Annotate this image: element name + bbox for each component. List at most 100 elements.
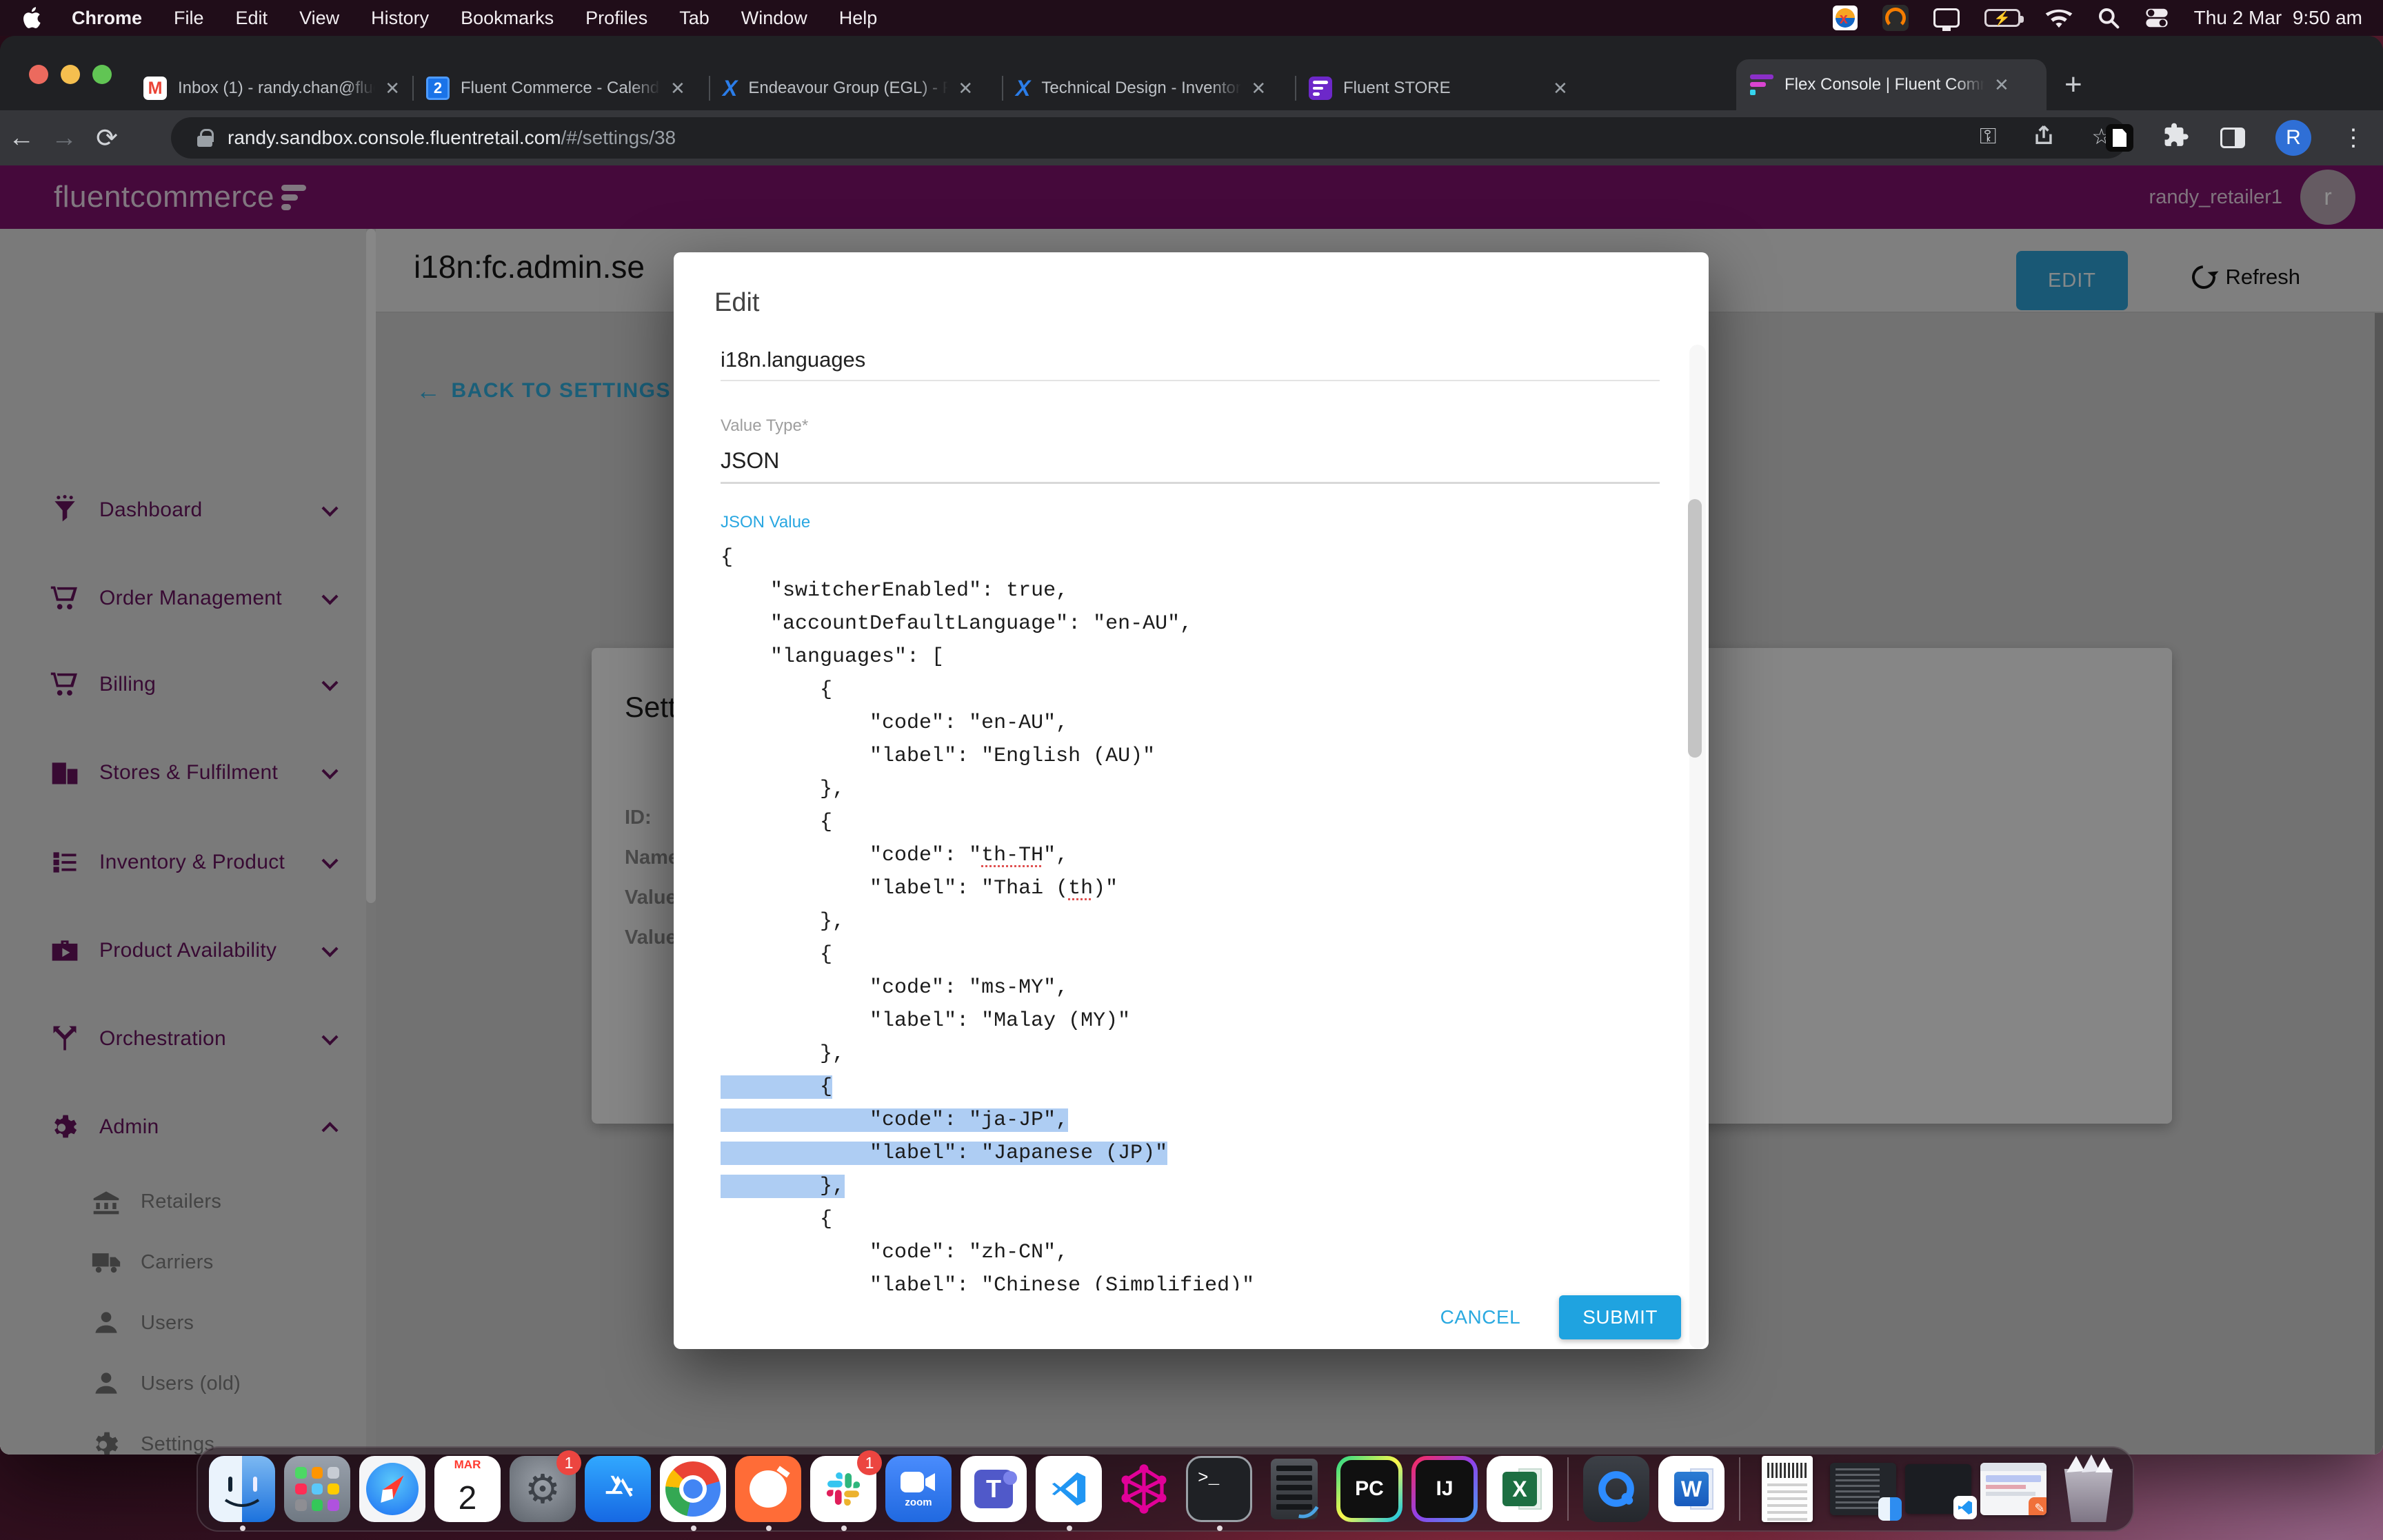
dock-icon-postman[interactable] <box>735 1456 801 1531</box>
tab-3[interactable]: X Technical Design - Inventory Fe ✕ <box>1002 66 1295 110</box>
tab-0[interactable]: M Inbox (1) - randy.chan@fluentc ✕ <box>130 66 412 110</box>
tab-title: Technical Design - Inventory Fe <box>1041 79 1241 97</box>
modal-scrollbar-track[interactable] <box>1688 345 1706 1348</box>
cancel-button[interactable]: CANCEL <box>1440 1306 1521 1328</box>
new-tab-button[interactable]: + <box>2064 68 2082 102</box>
menu-chrome[interactable]: Chrome <box>72 8 142 29</box>
spotlight-search-icon[interactable] <box>2098 7 2120 29</box>
modal-title: Edit <box>714 288 760 317</box>
menu-window[interactable]: Window <box>741 8 807 29</box>
wifi-icon[interactable] <box>2045 8 2073 28</box>
vpn-status-icon[interactable] <box>1882 5 1909 31</box>
tab-close-icon[interactable]: ✕ <box>958 78 973 99</box>
json-line: { <box>721 1071 1672 1104</box>
dock-icon-calendar[interactable]: MAR 2 <box>434 1456 501 1522</box>
json-line: { <box>820 678 833 702</box>
zoom-window-button[interactable] <box>92 65 112 84</box>
tab-title: Fluent Commerce - Calendar - <box>461 79 661 97</box>
forward-button[interactable]: → <box>43 123 86 153</box>
setting-name-input[interactable]: i18n.languages <box>721 347 865 372</box>
dock-icon-minimized-document[interactable] <box>1755 1456 1821 1522</box>
tab-favicon: X <box>723 75 738 101</box>
chrome-window: M Inbox (1) - randy.chan@fluentc ✕ 2 Fluent … <box>0 36 2383 1455</box>
dock-icon-trash[interactable] <box>2055 1455 2122 1522</box>
menu-edit[interactable]: Edit <box>236 8 268 29</box>
dock-icon-vscode[interactable] <box>1036 1456 1102 1531</box>
dock-icon-chrome[interactable] <box>660 1456 726 1531</box>
side-panel-icon[interactable] <box>2220 128 2245 148</box>
json-value-editor[interactable]: { "switcherEnabled": true, "accountDefau… <box>721 541 1672 1290</box>
menu-help[interactable]: Help <box>839 8 878 29</box>
json-line: "code": "zh-CN", <box>869 1241 1069 1264</box>
url-text[interactable]: randy.sandbox.console.fluentretail.com/#… <box>228 127 676 149</box>
extensions-puzzle-icon[interactable] <box>2164 122 2190 154</box>
dock-icon-zoom[interactable]: zoom <box>885 1456 952 1522</box>
status-app-icon[interactable]: x <box>1832 6 1858 30</box>
chrome-menu-icon[interactable]: ⋮ <box>2342 124 2365 152</box>
tab-close-icon[interactable]: ✕ <box>385 78 400 99</box>
dock-icon-app-store[interactable] <box>585 1456 651 1522</box>
json-line: "label": "Malay (MY)" <box>869 1009 1131 1033</box>
dock-icon-minimized-window[interactable] <box>1905 1456 1977 1522</box>
menu-bar-clock[interactable]: Thu 2 Mar 9:50 am <box>2194 7 2362 29</box>
docs-extension-icon[interactable] <box>2106 124 2133 152</box>
minimize-window-button[interactable] <box>61 65 80 84</box>
dock-icon-terminal[interactable]: >_ <box>1186 1456 1252 1531</box>
dock-icon-teams[interactable]: T <box>961 1456 1027 1522</box>
menu-history[interactable]: History <box>371 8 429 29</box>
close-window-button[interactable] <box>29 65 48 84</box>
menu-view[interactable]: View <box>299 8 339 29</box>
tab-active[interactable]: Flex Console | Fluent Commerc ✕ <box>1736 59 2047 110</box>
control-center-icon[interactable] <box>2144 8 2169 28</box>
battery-icon[interactable]: ⚡ <box>1984 9 2024 27</box>
tab-close-icon[interactable]: ✕ <box>1553 78 1568 99</box>
chrome-profile-avatar[interactable]: R <box>2275 120 2311 156</box>
dock-icon-launchpad[interactable] <box>284 1456 350 1522</box>
dock-icon-slack[interactable]: 1 <box>810 1450 882 1531</box>
menu-profiles[interactable]: Profiles <box>585 8 647 29</box>
menu-bookmarks[interactable]: Bookmarks <box>461 8 554 29</box>
dock-divider <box>1567 1457 1569 1521</box>
tab-title: Endeavour Group (EGL) - Fluen <box>748 79 949 97</box>
name-field-underline <box>721 380 1660 381</box>
tab-4[interactable]: Fluent STORE ✕ <box>1295 66 1736 110</box>
dock-icon-intellij[interactable]: IJ <box>1411 1456 1478 1522</box>
apple-logo-icon[interactable] <box>21 4 44 32</box>
dock-icon-minimized-browser[interactable]: ✎ <box>1980 1456 2047 1522</box>
tab-close-icon[interactable]: ✕ <box>1251 78 1266 99</box>
misspelled-token: th-TH <box>981 844 1044 867</box>
reload-button[interactable]: ⟳ <box>86 123 128 154</box>
dock-icon-server-rack[interactable] <box>1261 1456 1327 1522</box>
lock-icon[interactable] <box>197 129 214 147</box>
modal-scrollbar-thumb[interactable] <box>1688 499 1702 758</box>
back-button[interactable]: ← <box>0 123 43 153</box>
value-type-select[interactable]: JSON <box>721 448 779 474</box>
tab-1[interactable]: 2 Fluent Commerce - Calendar - ✕ <box>412 66 709 110</box>
json-line: "code": "ja-JP", <box>721 1104 1672 1137</box>
dock-icon-quicktime[interactable] <box>1583 1456 1649 1522</box>
macos-dock: MAR 2 ⚙ 1 1 zoom T >_ PC IJ X W ✎ <box>197 1446 2134 1532</box>
tab-close-icon[interactable]: ✕ <box>1994 74 2009 96</box>
tab-title: Flex Console | Fluent Commerc <box>1784 75 1984 94</box>
dock-icon-graphql[interactable] <box>1111 1456 1177 1522</box>
json-line: { <box>820 1208 833 1231</box>
menu-file[interactable]: File <box>174 8 204 29</box>
dock-icon-safari[interactable] <box>359 1456 425 1522</box>
dock-icon-word[interactable]: W <box>1658 1456 1725 1522</box>
dock-icon-system-settings[interactable]: ⚙ 1 <box>510 1450 581 1522</box>
json-line: "code": "en-AU", <box>869 711 1069 735</box>
dock-icon-finder[interactable] <box>209 1456 275 1531</box>
tab-close-icon[interactable]: ✕ <box>670 78 685 99</box>
share-icon[interactable] <box>2032 123 2055 152</box>
submit-button[interactable]: SUBMIT <box>1559 1295 1681 1339</box>
dock-divider <box>1739 1457 1740 1521</box>
dock-icon-minimized-terminal[interactable] <box>1830 1456 1902 1522</box>
dock-icon-pycharm[interactable]: PC <box>1336 1456 1402 1522</box>
dock-icon-excel[interactable]: X <box>1487 1456 1553 1522</box>
tab-2[interactable]: X Endeavour Group (EGL) - Fluen ✕ <box>709 66 1002 110</box>
password-key-icon[interactable]: ⚿ <box>1980 123 1996 152</box>
address-bar[interactable]: randy.sandbox.console.fluentretail.com/#… <box>171 117 2128 159</box>
display-status-icon[interactable] <box>1933 8 1960 31</box>
menu-tab[interactable]: Tab <box>679 8 710 29</box>
tab-favicon <box>1309 77 1332 100</box>
